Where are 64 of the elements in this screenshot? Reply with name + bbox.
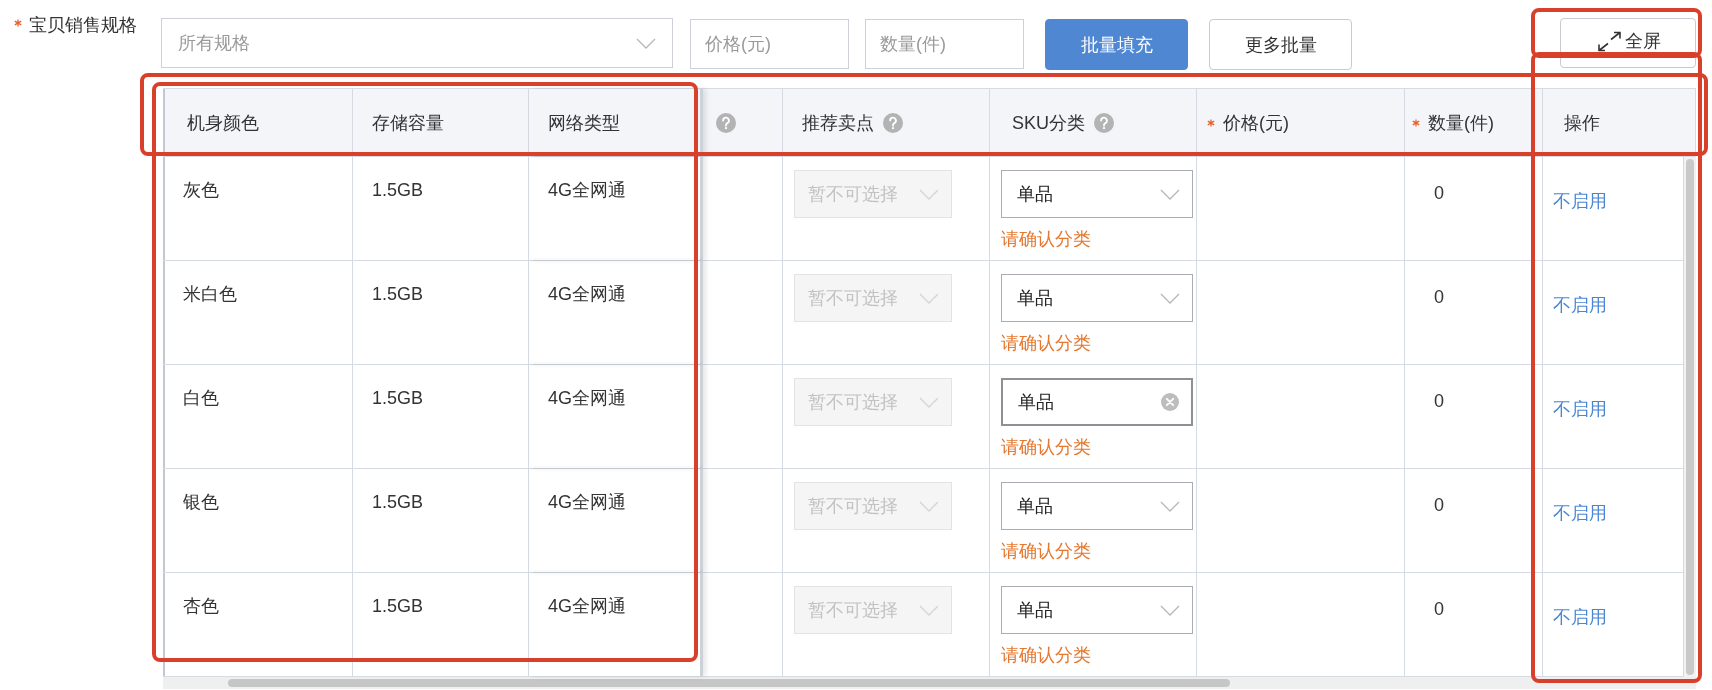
table-cell: 0 [1405,573,1543,676]
chevron-down-icon [1160,500,1180,512]
chevron-down-icon [919,292,939,304]
input-field[interactable]: 价格(元) [690,19,849,69]
table-cell: 4G全网通 [529,469,703,572]
column-header: 机身颜色 [187,112,259,133]
scrollbar-thumb[interactable] [228,679,1230,687]
column-header: 存储容量 [372,112,444,133]
help-icon[interactable] [1094,112,1114,133]
chevron-down-icon [919,500,939,512]
table-cell: 白色 [163,365,353,468]
chevron-down-icon [636,37,656,49]
table-cell: 4G全网通 [529,261,703,364]
column-header: 推荐卖点 [802,112,874,133]
chevron-down-icon [919,396,939,408]
table-cell: 1.5GB [353,365,529,468]
table-cell: 1.5GB [353,261,529,364]
fullscreen-icon [1595,30,1623,52]
disable-link[interactable]: 不启用 [1553,607,1607,627]
chevron-down-icon [1160,292,1180,304]
table-cell: 1.5GB [353,469,529,572]
column-header: 操作 [1564,112,1600,133]
validation-message: 请确认分类 [1001,541,1092,561]
select-field[interactable]: 单品 [1001,586,1193,634]
help-icon[interactable] [883,112,903,133]
validation-message: 请确认分类 [1001,645,1092,665]
select-field[interactable]: 单品 [1001,482,1193,530]
column-header: 网络类型 [548,112,620,133]
select-field[interactable]: 单品 [1001,378,1193,426]
disable-link[interactable]: 不启用 [1553,191,1607,211]
chevron-down-icon [1160,188,1180,200]
help-icon[interactable] [716,112,736,133]
field-label: 宝贝销售规格 [29,15,137,35]
toolbar-button[interactable]: 更多批量 [1209,19,1352,70]
disable-link[interactable]: 不启用 [1553,399,1607,419]
table-cell: 4G全网通 [529,365,703,468]
toolbar-button[interactable]: 批量填充 [1045,19,1188,70]
table-cell: 银色 [163,469,353,572]
chevron-down-icon [1160,604,1180,616]
validation-message: 请确认分类 [1001,229,1092,249]
disable-link[interactable]: 不启用 [1553,503,1607,523]
validation-message: 请确认分类 [1001,333,1092,353]
input-field[interactable]: 数量(件) [865,19,1024,69]
select-field[interactable]: 所有规格 [161,18,673,68]
table-cell: 米白色 [163,261,353,364]
table-cell: 0 [1405,157,1543,260]
column-header: SKU分类 [1012,112,1085,133]
disable-link[interactable]: 不启用 [1553,295,1607,315]
table-cell: 4G全网通 [529,157,703,260]
chevron-down-icon [919,604,939,616]
table-cell: 灰色 [163,157,353,260]
table-cell: 1.5GB [353,157,529,260]
table-cell: 1.5GB [353,573,529,676]
clear-icon[interactable] [1161,393,1179,411]
table-cell: 0 [1405,261,1543,364]
horizontal-scrollbar[interactable] [163,677,1696,689]
select-field[interactable]: 单品 [1001,170,1193,218]
table-cell: 0 [1405,469,1543,572]
validation-message: 请确认分类 [1001,437,1092,457]
table-cell: 0 [1405,365,1543,468]
column-header: 数量(件) [1428,112,1494,133]
chevron-down-icon [919,188,939,200]
select-field[interactable]: 单品 [1001,274,1193,322]
column-header: 价格(元) [1223,112,1289,133]
